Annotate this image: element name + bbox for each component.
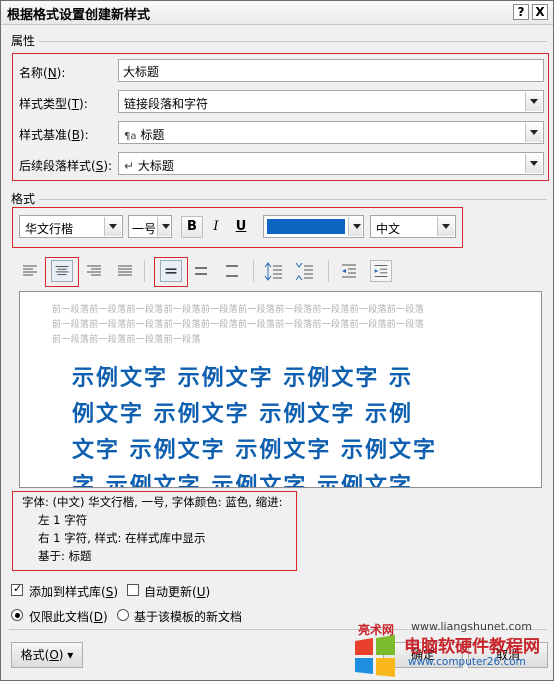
style-type-label: 样式类型(T): bbox=[19, 97, 88, 111]
preview-previous-paragraph: 前一段落前一段落前一段落前一段落 bbox=[52, 335, 201, 345]
increase-paragraph-spacing-icon[interactable] bbox=[263, 260, 285, 282]
close-button[interactable]: X bbox=[532, 4, 548, 20]
description-line: 右 1 字符, 样式: 在样式库中显示 bbox=[38, 531, 206, 545]
style-preview: 前一段落前一段落前一段落前一段落前一段落前一段落前一段落前一段落前一段落前一段落… bbox=[19, 291, 542, 488]
based-on-value: ¶a 标题 bbox=[124, 128, 165, 142]
toolbar-divider bbox=[253, 260, 254, 282]
preview-previous-paragraph: 前一段落前一段落前一段落前一段落前一段落前一段落前一段落前一段落前一段落前一段落 bbox=[52, 305, 425, 315]
name-input[interactable]: 大标题 bbox=[118, 59, 544, 82]
size-select[interactable]: 一号 bbox=[128, 215, 172, 238]
justify-icon[interactable] bbox=[114, 260, 136, 282]
help-button[interactable]: ? bbox=[513, 4, 529, 20]
preview-sample-text: 示例文字 示例文字 示例文字 示 bbox=[72, 365, 413, 391]
style-description: 字体: (中文) 华文行楷, 一号, 字体颜色: 蓝色, 缩进: 左 1 字符 … bbox=[18, 493, 296, 571]
single-spacing-icon[interactable] bbox=[160, 260, 182, 282]
chevron-down-icon[interactable] bbox=[348, 217, 362, 236]
align-right-icon[interactable] bbox=[83, 260, 105, 282]
chevron-down-icon[interactable] bbox=[157, 217, 170, 236]
decrease-paragraph-spacing-icon[interactable] bbox=[294, 260, 316, 282]
return-icon: ↵ bbox=[124, 159, 135, 173]
preview-sample-text: 字 示例文字 示例文字 示例文字 bbox=[72, 473, 413, 488]
template-docs-radio[interactable] bbox=[117, 609, 129, 621]
watermark-site-bottom: www.computer26.com bbox=[408, 656, 526, 668]
create-style-dialog: 根据格式设置创建新样式 ? X 属性 名称(N): 大标题 样式类型(T): 链… bbox=[0, 0, 554, 681]
preview-previous-paragraph: 前一段落前一段落前一段落前一段落前一段落前一段落前一段落前一段落前一段落前一段落 bbox=[52, 320, 425, 330]
chevron-down-icon[interactable] bbox=[525, 123, 542, 142]
script-value: 中文 bbox=[376, 222, 401, 236]
paragraph-style-icon: ¶a bbox=[124, 131, 137, 142]
increase-indent-icon[interactable] bbox=[370, 260, 392, 282]
description-line: 字体: (中文) 华文行楷, 一号, 字体颜色: 蓝色, 缩进: bbox=[22, 495, 283, 509]
next-style-label: 后续段落样式(S): bbox=[19, 159, 113, 173]
based-on-label: 样式基准(B): bbox=[19, 128, 89, 142]
underline-button[interactable]: U bbox=[230, 216, 252, 238]
only-this-doc-radio[interactable] bbox=[11, 609, 23, 621]
chevron-down-icon[interactable] bbox=[525, 92, 542, 111]
size-value: 一号 bbox=[132, 222, 157, 236]
decrease-indent-icon[interactable] bbox=[338, 260, 360, 282]
font-select[interactable]: 华文行楷 bbox=[19, 215, 123, 238]
name-label: 名称(N): bbox=[19, 66, 66, 80]
description-line: 左 1 字符 bbox=[38, 513, 88, 527]
align-left-icon[interactable] bbox=[19, 260, 41, 282]
toolbar-divider bbox=[144, 260, 145, 282]
properties-divider bbox=[39, 41, 547, 42]
double-spacing-icon[interactable] bbox=[221, 260, 243, 282]
add-to-gallery-label[interactable]: 添加到样式库(S) bbox=[29, 583, 118, 600]
windows-logo-icon bbox=[355, 635, 395, 677]
preview-sample-text: 文字 示例文字 示例文字 示例文字 bbox=[72, 437, 437, 463]
watermark-brand: 电脑软硬件教程网 bbox=[404, 637, 540, 657]
italic-button[interactable]: I bbox=[205, 216, 227, 238]
description-line: 基于: 标题 bbox=[38, 549, 92, 563]
style-type-select[interactable]: 链接段落和字符 bbox=[118, 90, 544, 113]
font-color-swatch bbox=[267, 219, 345, 234]
format-divider bbox=[39, 199, 547, 200]
only-this-doc-label[interactable]: 仅限此文档(D) bbox=[29, 608, 108, 625]
based-on-select[interactable]: ¶a 标题 bbox=[118, 121, 544, 144]
format-menu-button[interactable]: 格式(O) ▾ bbox=[11, 642, 83, 668]
chevron-down-icon[interactable] bbox=[525, 154, 542, 173]
template-docs-label[interactable]: 基于该模板的新文档 bbox=[134, 608, 242, 625]
preview-sample-text: 例文字 示例文字 示例文字 示例 bbox=[72, 401, 413, 427]
dialog-title: 根据格式设置创建新样式 bbox=[7, 8, 151, 23]
add-to-gallery-checkbox[interactable] bbox=[11, 582, 23, 596]
next-style-select[interactable]: ↵ 大标题 bbox=[118, 152, 544, 175]
font-value: 华文行楷 bbox=[25, 222, 74, 236]
next-style-value: ↵ 大标题 bbox=[124, 159, 174, 173]
chevron-down-icon[interactable] bbox=[437, 217, 454, 236]
auto-update-label[interactable]: 自动更新(U) bbox=[144, 583, 210, 600]
style-type-value: 链接段落和字符 bbox=[124, 97, 209, 111]
format-section-label: 格式 bbox=[11, 192, 36, 206]
script-select[interactable]: 中文 bbox=[370, 215, 456, 238]
chevron-down-icon[interactable] bbox=[104, 217, 121, 236]
toolbar-divider bbox=[328, 260, 329, 282]
properties-section-label: 属性 bbox=[11, 34, 36, 48]
bold-button[interactable]: B bbox=[181, 216, 203, 238]
align-center-icon[interactable] bbox=[51, 260, 73, 282]
title-bar: 根据格式设置创建新样式 ? X bbox=[1, 1, 553, 25]
one-half-spacing-icon[interactable] bbox=[190, 260, 212, 282]
auto-update-checkbox[interactable] bbox=[127, 584, 139, 596]
font-color-select[interactable] bbox=[263, 215, 364, 238]
